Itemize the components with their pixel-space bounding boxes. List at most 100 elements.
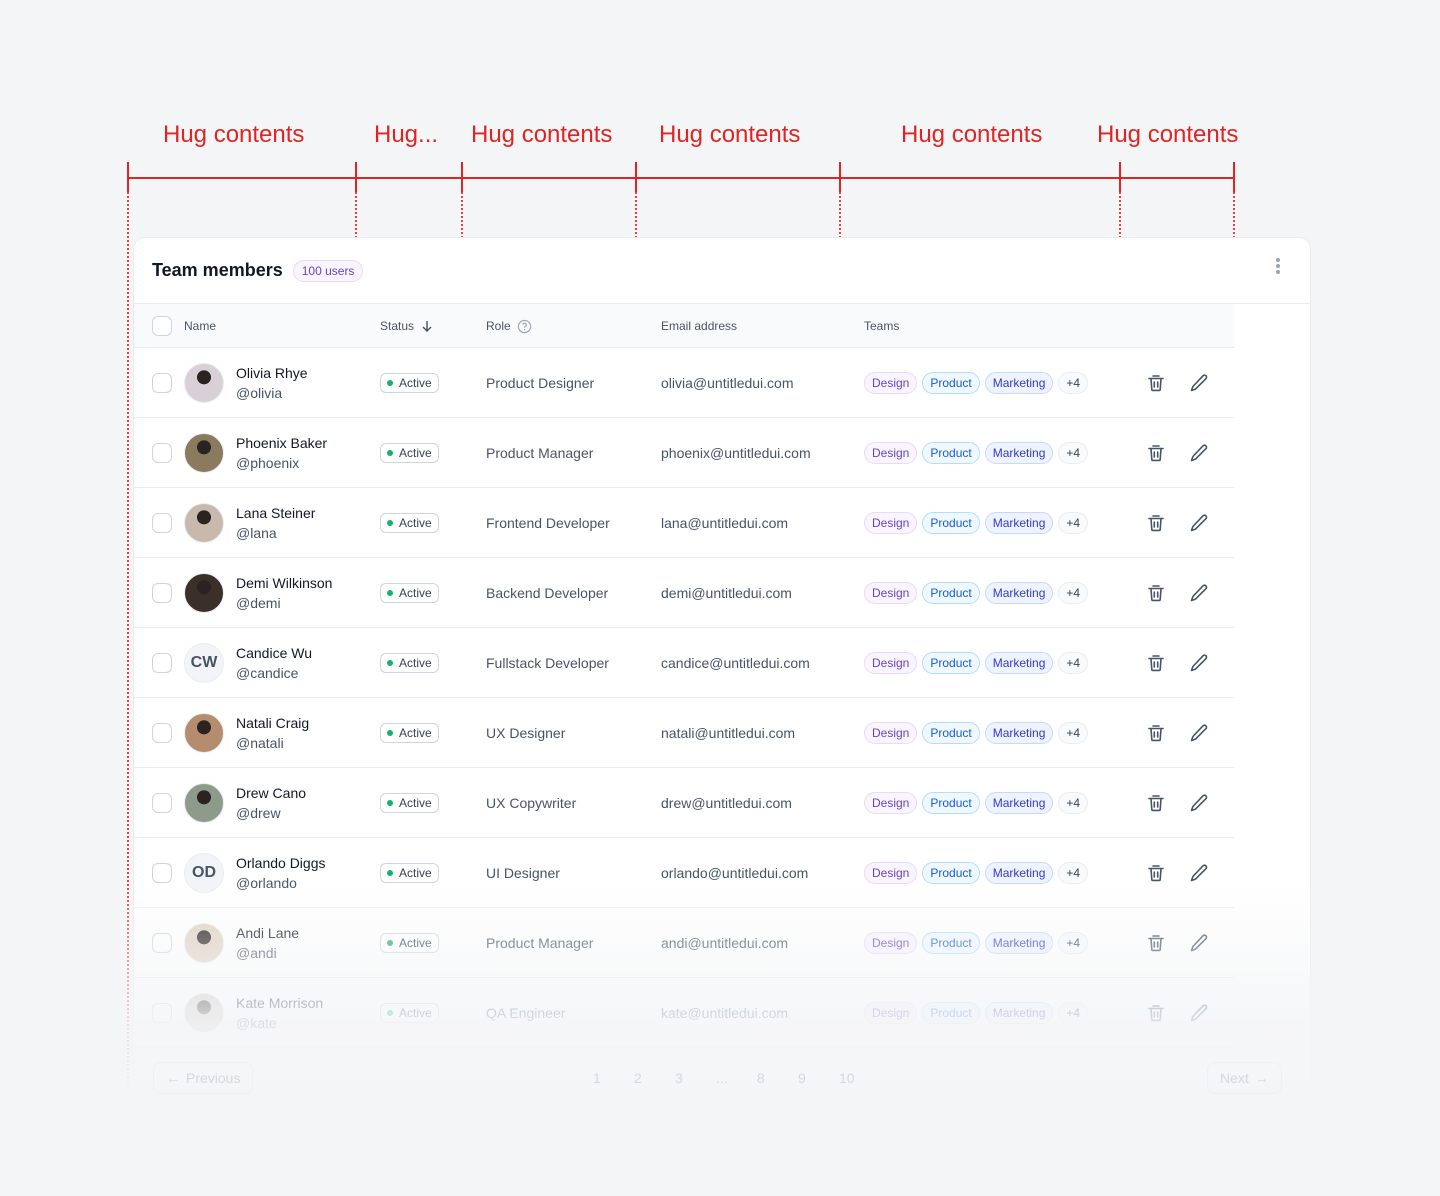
trash-icon[interactable]: [1146, 793, 1166, 813]
row-checkbox[interactable]: [152, 583, 172, 603]
table-row: Natali Craig @natali Active UX Designer n…: [134, 698, 1234, 768]
avatar: [184, 433, 224, 473]
previous-button[interactable]: ← Previous: [153, 1062, 254, 1094]
team-tag[interactable]: Marketing: [984, 582, 1054, 604]
team-tag[interactable]: Design: [864, 722, 918, 744]
table-row: CW Candice Wu @candice Active Fullstack De…: [134, 628, 1234, 698]
trash-icon[interactable]: [1146, 443, 1166, 463]
team-tag[interactable]: Marketing: [984, 722, 1054, 744]
team-tag[interactable]: Marketing: [984, 792, 1054, 814]
trash-icon[interactable]: [1146, 653, 1166, 673]
page-number[interactable]: 1: [593, 1070, 601, 1086]
row-checkbox[interactable]: [152, 653, 172, 673]
annotation-tick: [1119, 162, 1121, 192]
team-tag[interactable]: Design: [864, 652, 918, 674]
arrow-left-icon: ←: [166, 1070, 180, 1086]
annotation-label: Hug contents: [901, 121, 1043, 148]
status-dot-icon: [387, 380, 393, 386]
table-row: Demi Wilkinson @demi Active Backend Devel…: [134, 558, 1234, 628]
user-count-badge: 100 users: [292, 259, 364, 282]
edit-icon[interactable]: [1189, 373, 1209, 393]
annotation-tick: [1233, 162, 1235, 192]
arrow-right-icon: →: [1254, 1070, 1269, 1086]
team-tag[interactable]: Product: [922, 442, 980, 464]
page-number[interactable]: 3: [675, 1070, 683, 1086]
member-handle: @olivia: [236, 385, 283, 401]
column-role: Role: [486, 319, 511, 333]
row-checkbox[interactable]: [152, 373, 172, 393]
team-tag[interactable]: Design: [864, 372, 918, 394]
annotation-label: Hug contents: [163, 121, 305, 148]
page-number[interactable]: 8: [757, 1070, 765, 1086]
email: candice@untitledui.com: [661, 655, 810, 671]
status-badge: Active: [380, 653, 439, 673]
team-tag[interactable]: +4: [1058, 792, 1089, 814]
team-tag[interactable]: +4: [1058, 372, 1089, 394]
team-tag[interactable]: Design: [864, 582, 918, 604]
team-tag[interactable]: Product: [922, 652, 980, 674]
team-tag[interactable]: +4: [1058, 652, 1089, 674]
status-dot-icon: [387, 590, 393, 596]
team-tag[interactable]: Marketing: [984, 512, 1054, 534]
edit-icon[interactable]: [1189, 793, 1209, 813]
column-status[interactable]: Status: [380, 304, 434, 348]
trash-icon[interactable]: [1146, 583, 1166, 603]
team-tag[interactable]: +4: [1058, 512, 1089, 534]
annotation-tick: [127, 162, 129, 192]
member-handle: @natali: [236, 735, 284, 751]
status-badge: Active: [380, 443, 439, 463]
annotation-label: Hug contents: [471, 121, 613, 148]
member-name: Candice Wu: [236, 645, 313, 661]
row-checkbox[interactable]: [152, 513, 172, 533]
team-tag[interactable]: Product: [922, 722, 980, 744]
team-tag[interactable]: Marketing: [984, 652, 1054, 674]
row-checkbox[interactable]: [152, 793, 172, 813]
page-number[interactable]: 10: [839, 1070, 855, 1086]
help-circle-icon[interactable]: [517, 319, 532, 334]
email: demi@untitledui.com: [661, 585, 792, 601]
status-dot-icon: [387, 450, 393, 456]
page-number[interactable]: ...: [716, 1070, 728, 1086]
page-number[interactable]: 2: [634, 1070, 642, 1086]
team-tag[interactable]: Marketing: [984, 442, 1054, 464]
team-tag[interactable]: +4: [1058, 722, 1089, 744]
row-checkbox[interactable]: [152, 443, 172, 463]
member-name: Lana Steiner: [236, 505, 316, 521]
team-tag[interactable]: Design: [864, 792, 918, 814]
edit-icon[interactable]: [1189, 583, 1209, 603]
member-handle: @demi: [236, 595, 281, 611]
trash-icon[interactable]: [1146, 373, 1166, 393]
status-badge: Active: [380, 513, 439, 533]
team-tag[interactable]: Product: [922, 582, 980, 604]
edit-icon[interactable]: [1189, 513, 1209, 533]
column-teams: Teams: [864, 319, 900, 333]
table-row: Phoenix Baker @phoenix Active Product Man…: [134, 418, 1234, 488]
select-all-checkbox[interactable]: [152, 316, 172, 336]
team-tag[interactable]: Product: [922, 512, 980, 534]
more-options-icon[interactable]: [1276, 258, 1282, 276]
column-email: Email address: [661, 319, 738, 333]
edit-icon[interactable]: [1189, 443, 1209, 463]
page-number[interactable]: 9: [798, 1070, 806, 1086]
trash-icon[interactable]: [1146, 723, 1166, 743]
team-tag[interactable]: Design: [864, 442, 918, 464]
avatar: [184, 573, 224, 613]
column-name[interactable]: Name: [184, 319, 216, 333]
trash-icon[interactable]: [1146, 513, 1166, 533]
member-name: Phoenix Baker: [236, 435, 328, 451]
edit-icon[interactable]: [1189, 723, 1209, 743]
team-tag[interactable]: Product: [922, 792, 980, 814]
row-checkbox[interactable]: [152, 723, 172, 743]
annotation-label: Hug contents: [1097, 121, 1239, 148]
edit-icon[interactable]: [1189, 653, 1209, 673]
member-name: Demi Wilkinson: [236, 575, 333, 591]
team-tag[interactable]: Design: [864, 512, 918, 534]
status-badge: Active: [380, 583, 439, 603]
team-tag[interactable]: Product: [922, 372, 980, 394]
annotation-line: [128, 177, 1235, 179]
team-tag[interactable]: +4: [1058, 442, 1089, 464]
team-tag[interactable]: +4: [1058, 582, 1089, 604]
team-tag[interactable]: Marketing: [984, 372, 1054, 394]
next-button[interactable]: Next →: [1207, 1062, 1282, 1094]
email: olivia@untitledui.com: [661, 375, 794, 391]
